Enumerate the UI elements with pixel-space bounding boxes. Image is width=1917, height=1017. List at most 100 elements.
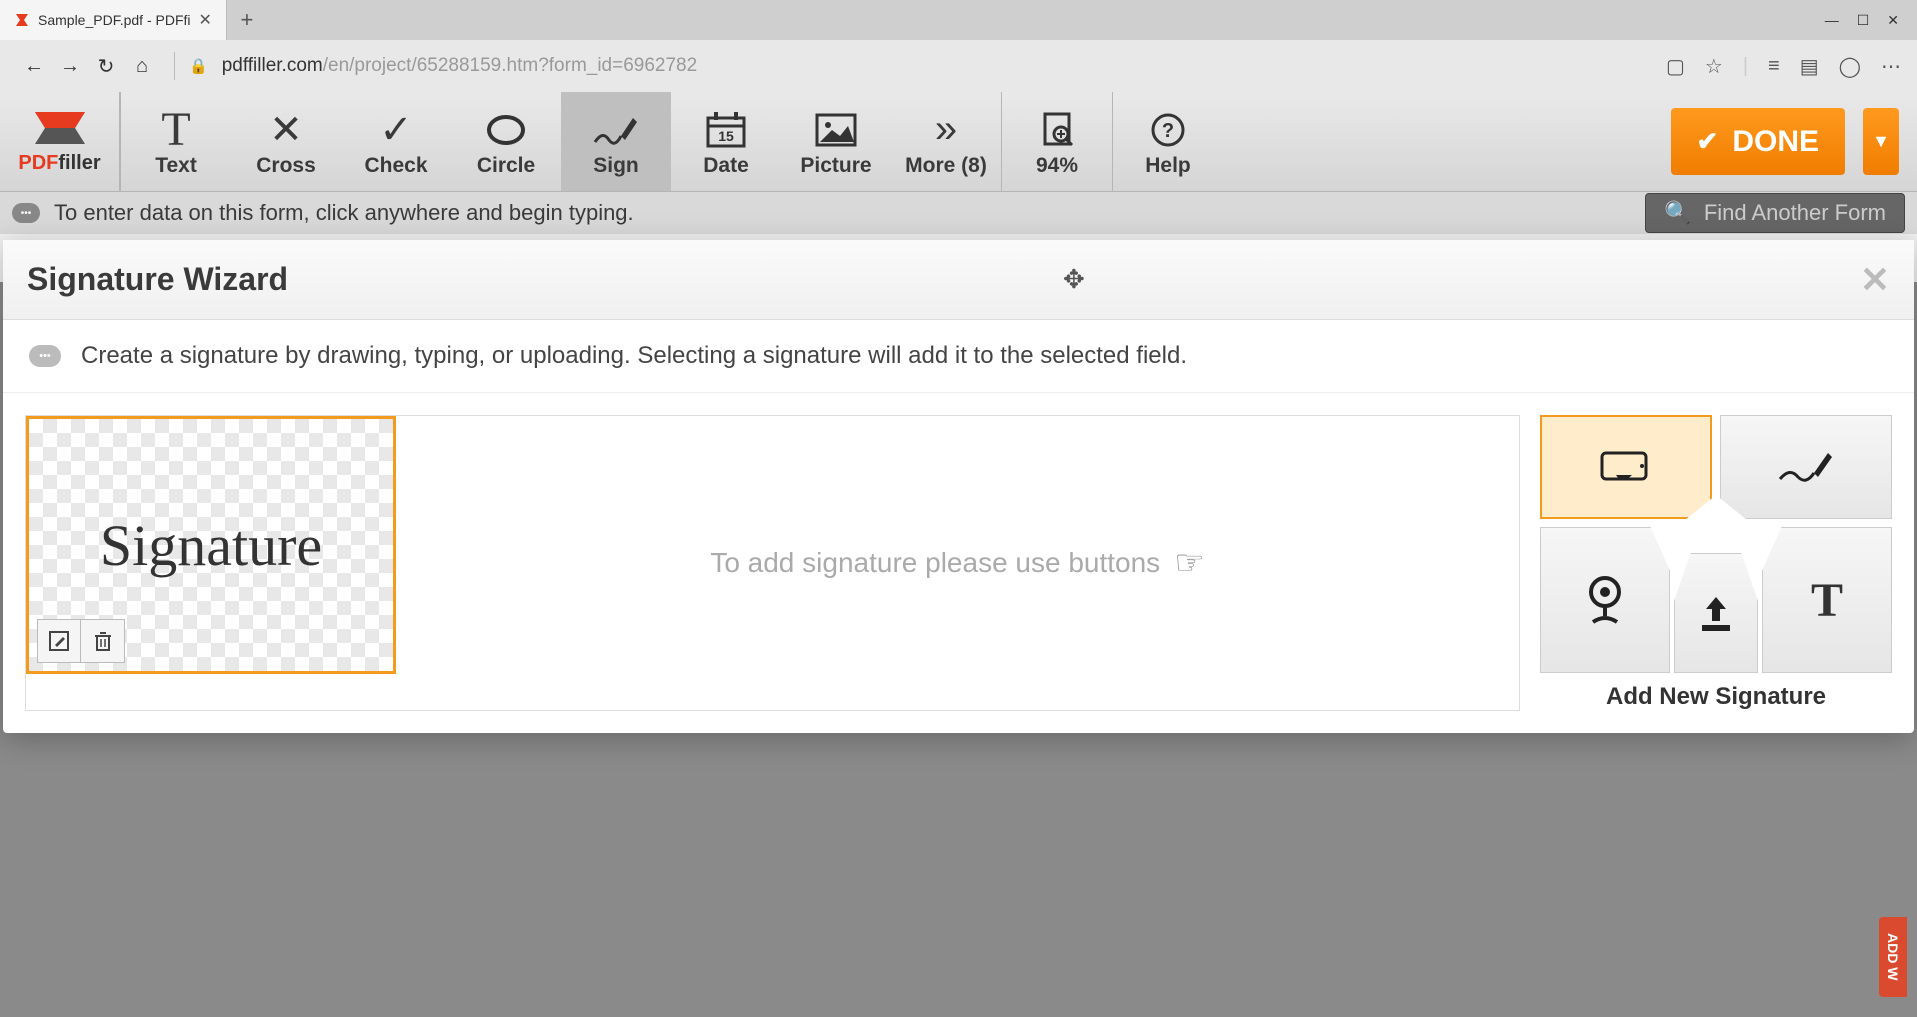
info-bubble-icon: ••• [29, 345, 61, 367]
trash-icon [93, 630, 113, 652]
add-signature-label: Add New Signature [1540, 683, 1892, 711]
signature-placeholder: To add signature please use buttons ☞ [396, 416, 1519, 710]
add-widget-tab[interactable]: ADD W [1879, 917, 1907, 997]
add-signature-panel: T Add New Signature [1540, 415, 1892, 711]
favicon-icon [14, 12, 30, 28]
new-tab-button[interactable]: + [227, 7, 267, 33]
home-button[interactable]: ⌂ [124, 48, 160, 84]
url-text[interactable]: pdffiller.com/en/project/65288159.htm?fo… [222, 55, 698, 77]
webcam-signature-button[interactable] [1540, 527, 1670, 673]
capture-mobile-button[interactable] [1540, 415, 1712, 519]
upload-signature-button[interactable] [1674, 553, 1758, 673]
search-icon: 🔍 [1664, 200, 1691, 226]
modal-header: Signature Wizard ✥ ✕ [3, 240, 1914, 320]
url-host: pdffiller.com [222, 55, 323, 76]
logo-icon [31, 108, 89, 148]
tab-title: Sample_PDF.pdf - PDFfi [38, 12, 191, 28]
reading-view-icon[interactable]: ▢ [1666, 54, 1685, 79]
tool-picture[interactable]: Picture [781, 92, 891, 191]
svg-text:?: ? [1162, 120, 1174, 142]
tool-date[interactable]: 15 Date [671, 92, 781, 191]
add-signature-grid: T [1540, 415, 1892, 673]
circle-icon [486, 106, 526, 154]
draw-icon [1774, 445, 1838, 489]
tool-circle[interactable]: Circle [451, 92, 561, 191]
browser-tab[interactable]: Sample_PDF.pdf - PDFfi ✕ [0, 0, 227, 40]
tab-bar: Sample_PDF.pdf - PDFfi ✕ + — ☐ ✕ [0, 0, 1917, 40]
delete-signature-button[interactable] [81, 619, 125, 663]
modal-close-button[interactable]: ✕ [1860, 259, 1890, 301]
edit-icon [48, 630, 70, 652]
logo-text: PDFfiller [18, 152, 100, 175]
find-form-label: Find Another Form [1704, 200, 1886, 226]
tool-text[interactable]: T Text [121, 92, 231, 191]
zoom-value: 94% [1036, 154, 1078, 178]
tool-cross[interactable]: ✕ Cross [231, 92, 341, 191]
signature-actions [37, 619, 125, 663]
svg-text:15: 15 [718, 128, 734, 144]
move-handle-icon[interactable]: ✥ [288, 264, 1860, 295]
cross-icon: ✕ [269, 106, 303, 154]
date-icon: 15 [704, 106, 748, 154]
placeholder-text: To add signature please use buttons [710, 547, 1160, 579]
zoom-icon [1039, 106, 1075, 154]
sign-icon [591, 106, 641, 154]
modal-body: Signature To add signature please use bu… [3, 393, 1914, 733]
help-icon: ? [1150, 106, 1186, 154]
saved-signature-card[interactable]: Signature [26, 416, 396, 674]
done-button[interactable]: ✔ DONE [1671, 108, 1845, 175]
find-another-form-button[interactable]: 🔍 Find Another Form [1645, 193, 1905, 233]
zoom-control[interactable]: 94% [1002, 92, 1112, 191]
webcam-icon [1583, 574, 1627, 626]
picture-icon [814, 106, 858, 154]
notes-icon[interactable]: ▤ [1800, 54, 1819, 79]
modal-subheader: ••• Create a signature by drawing, typin… [3, 320, 1914, 393]
url-path: /en/project/65288159.htm?form_id=6962782 [323, 55, 697, 76]
help-label: Help [1145, 154, 1191, 178]
tool-more[interactable]: » More (8) [891, 92, 1001, 191]
done-check-icon: ✔ [1697, 126, 1719, 157]
edit-signature-button[interactable] [37, 619, 81, 663]
draw-signature-button[interactable] [1720, 415, 1892, 519]
share-icon[interactable]: ◯ [1839, 54, 1861, 79]
app-toolbar: PDFfiller T Text ✕ Cross ✓ Check Circle … [0, 92, 1917, 192]
separator: | [1743, 55, 1748, 78]
tool-check[interactable]: ✓ Check [341, 92, 451, 191]
hint-text: To enter data on this form, click anywhe… [54, 200, 634, 226]
hint-bar: ••• To enter data on this form, click an… [0, 192, 1917, 234]
minimize-icon[interactable]: — [1825, 12, 1839, 29]
window-controls: — ☐ ✕ [1807, 12, 1917, 29]
help-button[interactable]: ? Help [1113, 92, 1223, 191]
separator [174, 52, 175, 80]
browser-chrome: Sample_PDF.pdf - PDFfi ✕ + — ☐ ✕ ← → ↻ ⌂… [0, 0, 1917, 92]
type-icon: T [1811, 573, 1843, 628]
lock-icon: 🔒 [189, 57, 208, 75]
pointing-hand-icon: ☞ [1174, 543, 1204, 583]
more-chevron-icon: » [935, 106, 957, 154]
signature-wizard-modal: Signature Wizard ✥ ✕ ••• Create a signat… [3, 240, 1914, 733]
tab-close-icon[interactable]: ✕ [199, 10, 212, 30]
tool-sign[interactable]: Sign [561, 92, 671, 191]
forward-button[interactable]: → [52, 48, 88, 84]
close-window-icon[interactable]: ✕ [1887, 12, 1899, 29]
reading-list-icon[interactable]: ≡ [1768, 55, 1780, 78]
text-icon: T [161, 106, 190, 154]
phone-hand-icon [1596, 445, 1656, 489]
refresh-button[interactable]: ↻ [88, 48, 124, 84]
favorite-icon[interactable]: ☆ [1705, 54, 1723, 79]
more-icon[interactable]: ⋯ [1881, 54, 1901, 79]
upload-icon [1696, 591, 1736, 635]
address-bar: ← → ↻ ⌂ 🔒 pdffiller.com/en/project/65288… [0, 40, 1917, 92]
done-dropdown[interactable]: ▼ [1863, 108, 1899, 175]
modal-subtitle: Create a signature by drawing, typing, o… [81, 342, 1187, 370]
addr-right-icons: ▢ ☆ | ≡ ▤ ◯ ⋯ [1666, 54, 1901, 79]
signature-preview: Signature [100, 512, 322, 579]
hint-bubble-icon: ••• [12, 203, 40, 223]
signature-row: Signature To add signature please use bu… [25, 415, 1520, 711]
back-button[interactable]: ← [16, 48, 52, 84]
logo[interactable]: PDFfiller [0, 92, 120, 191]
type-signature-button[interactable]: T [1762, 527, 1892, 673]
modal-title: Signature Wizard [27, 261, 288, 298]
maximize-icon[interactable]: ☐ [1857, 12, 1870, 29]
done-label: DONE [1732, 125, 1819, 159]
